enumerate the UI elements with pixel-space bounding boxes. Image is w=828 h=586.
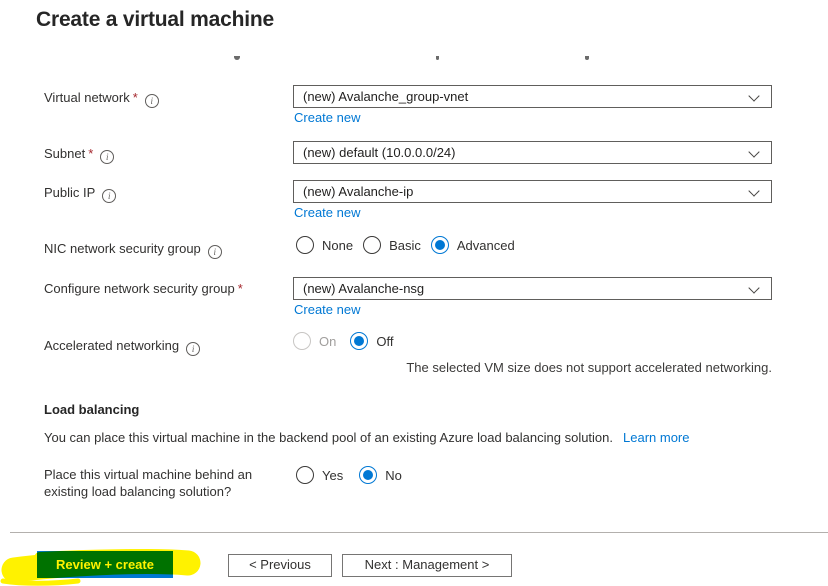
clipped-text-remnant bbox=[436, 56, 439, 60]
load-balancing-heading: Load balancing bbox=[44, 402, 140, 417]
radio-circle bbox=[350, 332, 369, 350]
configure-nsg-create-new-link[interactable]: Create new bbox=[294, 302, 360, 317]
subnet-value: (new) default (10.0.0.0/24) bbox=[303, 145, 456, 160]
public-ip-dropdown[interactable]: (new) Avalanche-ip bbox=[293, 180, 772, 203]
create-vm-page: Create a virtual machine Virtual network… bbox=[0, 0, 828, 586]
chevron-down-icon bbox=[748, 146, 760, 158]
previous-button[interactable]: < Previous bbox=[228, 554, 332, 577]
radio-off[interactable]: Off bbox=[350, 332, 393, 350]
accelerated-networking-note: The selected VM size does not support ac… bbox=[406, 360, 772, 375]
info-icon[interactable]: i bbox=[186, 342, 201, 356]
subnet-dropdown[interactable]: (new) default (10.0.0.0/24) bbox=[293, 141, 772, 164]
subnet-label: Subnet * i bbox=[44, 146, 115, 164]
configure-nsg-value: (new) Avalanche-nsg bbox=[303, 281, 425, 296]
public-ip-value: (new) Avalanche-ip bbox=[303, 184, 414, 199]
required-marker: * bbox=[88, 146, 94, 161]
info-icon[interactable]: i bbox=[144, 94, 159, 108]
radio-circle bbox=[363, 236, 382, 254]
review-create-button[interactable]: Review + create bbox=[37, 551, 173, 578]
load-balancing-description: You can place this virtual machine in th… bbox=[44, 430, 690, 445]
virtual-network-dropdown[interactable]: (new) Avalanche_group-vnet bbox=[293, 85, 772, 108]
radio-none[interactable]: None bbox=[296, 236, 353, 254]
radio-circle bbox=[430, 236, 449, 254]
info-icon[interactable]: i bbox=[207, 245, 222, 259]
configure-nsg-label: Configure network security group * bbox=[44, 281, 243, 296]
chevron-down-icon bbox=[748, 282, 760, 294]
chevron-down-icon bbox=[748, 185, 760, 197]
radio-yes[interactable]: Yes bbox=[296, 466, 343, 484]
accelerated-networking-radio-group: On Off bbox=[293, 332, 393, 350]
public-ip-label: Public IP i bbox=[44, 185, 117, 203]
next-management-button[interactable]: Next : Management > bbox=[342, 554, 512, 577]
required-marker: * bbox=[132, 90, 138, 105]
page-title: Create a virtual machine bbox=[36, 8, 274, 31]
chevron-down-icon bbox=[748, 90, 760, 102]
clipped-text-remnant bbox=[234, 56, 240, 60]
virtual-network-create-new-link[interactable]: Create new bbox=[294, 110, 360, 125]
radio-circle bbox=[359, 466, 378, 484]
learn-more-link[interactable]: Learn more bbox=[623, 430, 689, 445]
configure-nsg-dropdown[interactable]: (new) Avalanche-nsg bbox=[293, 277, 772, 300]
virtual-network-value: (new) Avalanche_group-vnet bbox=[303, 89, 469, 104]
radio-circle bbox=[296, 466, 314, 484]
radio-circle bbox=[293, 332, 311, 350]
accelerated-networking-label: Accelerated networking i bbox=[44, 338, 201, 356]
info-icon[interactable]: i bbox=[102, 189, 117, 203]
clipped-text-remnant bbox=[585, 56, 589, 60]
radio-advanced[interactable]: Advanced bbox=[430, 236, 515, 254]
nic-nsg-label: NIC network security group i bbox=[44, 241, 222, 259]
info-icon[interactable]: i bbox=[100, 150, 115, 164]
virtual-network-label: Virtual network * i bbox=[44, 90, 159, 108]
radio-circle bbox=[296, 236, 314, 254]
load-balancing-question-label: Place this virtual machine behind an exi… bbox=[44, 467, 253, 499]
radio-on: On bbox=[293, 332, 336, 350]
load-balancing-radio-group: Yes No bbox=[296, 466, 402, 484]
public-ip-create-new-link[interactable]: Create new bbox=[294, 205, 360, 220]
footer-divider bbox=[10, 532, 828, 533]
radio-basic[interactable]: Basic bbox=[363, 236, 421, 254]
required-marker: * bbox=[237, 281, 243, 296]
nic-nsg-radio-group: None Basic Advanced bbox=[296, 236, 515, 254]
radio-no[interactable]: No bbox=[359, 466, 402, 484]
